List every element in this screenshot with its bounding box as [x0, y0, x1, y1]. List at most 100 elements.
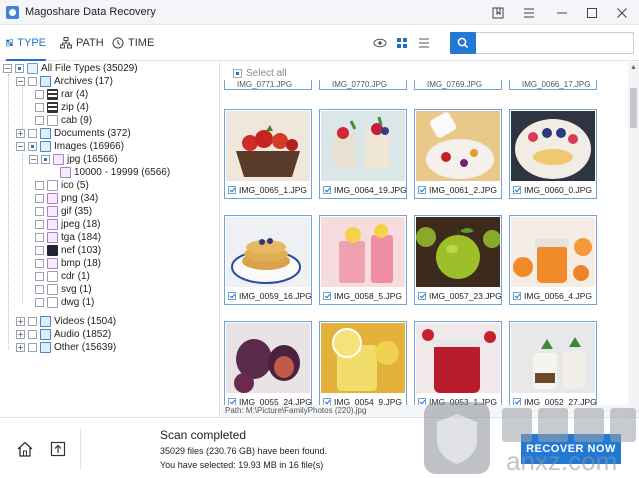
- image-checkbox[interactable]: [513, 292, 521, 300]
- tree-checkbox[interactable]: [41, 155, 50, 164]
- grid-item-partial[interactable]: IMG_0066_17.JPG: [509, 80, 597, 90]
- scrollbar-thumb[interactable]: [630, 88, 637, 128]
- vertical-scrollbar[interactable]: ▲: [628, 62, 639, 417]
- maximize-icon[interactable]: [577, 0, 607, 25]
- tree-node-other[interactable]: + Other (15639): [16, 341, 116, 354]
- expand-icon[interactable]: +: [16, 330, 25, 339]
- tree-node-images[interactable]: − Images (16966): [16, 140, 124, 153]
- tree-node-png[interactable]: png (34): [32, 192, 98, 205]
- tab-time[interactable]: TIME: [112, 25, 154, 61]
- minimize-icon[interactable]: [547, 0, 577, 25]
- image-card[interactable]: IMG_0053_1.JPG: [414, 321, 502, 411]
- image-checkbox[interactable]: [418, 186, 426, 194]
- expand-icon[interactable]: +: [16, 343, 25, 352]
- tree-checkbox[interactable]: [35, 90, 44, 99]
- tree-checkbox[interactable]: [28, 77, 37, 86]
- tree-checkbox[interactable]: [35, 259, 44, 268]
- collapse-icon[interactable]: −: [29, 155, 38, 164]
- recover-now-button[interactable]: RECOVER NOW: [521, 434, 621, 464]
- image-checkbox[interactable]: [228, 186, 236, 194]
- tree-node-all[interactable]: − All File Types (35029): [3, 62, 138, 75]
- tree-node-archives[interactable]: − Archives (17): [16, 75, 113, 88]
- tree-checkbox[interactable]: [15, 64, 24, 73]
- image-checkbox[interactable]: [418, 292, 426, 300]
- bookmark-icon[interactable]: [483, 0, 513, 25]
- image-checkbox[interactable]: [323, 292, 331, 300]
- tree-node-dwg[interactable]: dwg (1): [32, 296, 94, 309]
- tree-checkbox[interactable]: [28, 142, 37, 151]
- tree-checkbox[interactable]: [28, 129, 37, 138]
- tree-checkbox[interactable]: [35, 194, 44, 203]
- tree-node-jpeg[interactable]: jpeg (18): [32, 218, 100, 231]
- tree-node-documents[interactable]: + Documents (372): [16, 127, 131, 140]
- tree-node-svg[interactable]: svg (1): [32, 283, 92, 296]
- preview-eye-icon[interactable]: [373, 36, 387, 50]
- image-card[interactable]: IMG_0054_9.JPG: [319, 321, 407, 411]
- collapse-icon[interactable]: −: [16, 142, 25, 151]
- list-view-icon[interactable]: [417, 36, 431, 50]
- image-checkbox[interactable]: [513, 186, 521, 194]
- close-icon[interactable]: [607, 0, 637, 25]
- divider: [80, 428, 81, 470]
- documents-folder-icon: [40, 128, 51, 139]
- tree-node-rar[interactable]: rar (4): [32, 88, 88, 101]
- image-card[interactable]: IMG_0056_4.JPG: [509, 215, 597, 305]
- tree-checkbox[interactable]: [28, 317, 37, 326]
- select-all-box[interactable]: [233, 69, 242, 78]
- tree-node-jpg[interactable]: − jpg (16566): [29, 153, 118, 166]
- export-button[interactable]: [49, 440, 67, 461]
- tab-type[interactable]: TYPE: [6, 25, 46, 61]
- expand-icon[interactable]: +: [16, 129, 25, 138]
- tree-node-nef[interactable]: nef (103): [32, 244, 101, 257]
- tree-node-cdr[interactable]: cdr (1): [32, 270, 90, 283]
- tree-node-zip[interactable]: zip (4): [32, 101, 89, 114]
- tree-checkbox[interactable]: [35, 181, 44, 190]
- image-card[interactable]: IMG_0060_0.JPG: [509, 109, 597, 199]
- tree-node-bmp[interactable]: bmp (18): [32, 257, 101, 270]
- image-card[interactable]: IMG_0061_2.JPG: [414, 109, 502, 199]
- tree-checkbox[interactable]: [35, 220, 44, 229]
- tree-node-gif[interactable]: gif (35): [32, 205, 92, 218]
- select-all-checkbox[interactable]: Select all: [233, 68, 287, 79]
- collapse-icon[interactable]: −: [16, 77, 25, 86]
- image-card[interactable]: IMG_0059_16.JPG: [224, 215, 312, 305]
- tree-node-videos[interactable]: + Videos (1504): [16, 315, 116, 328]
- tree-checkbox[interactable]: [28, 330, 37, 339]
- search-button[interactable]: [450, 32, 476, 54]
- tree-checkbox[interactable]: [35, 116, 44, 125]
- select-all-label: Select all: [246, 68, 287, 79]
- tree-checkbox[interactable]: [35, 285, 44, 294]
- tree-checkbox[interactable]: [35, 246, 44, 255]
- image-card[interactable]: IMG_0058_5.JPG: [319, 215, 407, 305]
- menu-icon[interactable]: [514, 0, 544, 25]
- tree-checkbox[interactable]: [35, 207, 44, 216]
- tree-node-cab[interactable]: cab (9): [32, 114, 92, 127]
- tree-label: gif (35): [61, 206, 93, 217]
- tree-checkbox[interactable]: [35, 298, 44, 307]
- tree-node-ico[interactable]: ico (5): [32, 179, 89, 192]
- grid-item-partial[interactable]: IMG_0769.JPG: [414, 80, 502, 90]
- scroll-up-icon[interactable]: ▲: [630, 64, 637, 71]
- image-checkbox[interactable]: [228, 292, 236, 300]
- image-card[interactable]: IMG_0065_1.JPG: [224, 109, 312, 199]
- tree-checkbox[interactable]: [35, 233, 44, 242]
- tree-node-audio[interactable]: + Audio (1852): [16, 328, 111, 341]
- tree-checkbox[interactable]: [35, 103, 44, 112]
- grid-item-partial[interactable]: IMG_0771.JPG: [224, 80, 312, 90]
- grid-item-partial[interactable]: IMG_0770.JPG: [319, 80, 407, 90]
- tree-checkbox[interactable]: [28, 343, 37, 352]
- tree-checkbox[interactable]: [35, 272, 44, 281]
- collapse-icon[interactable]: −: [3, 64, 12, 73]
- image-checkbox[interactable]: [323, 186, 331, 194]
- home-button[interactable]: [16, 440, 34, 461]
- image-card[interactable]: IMG_0055_24.JPG: [224, 321, 312, 411]
- grid-view-icon[interactable]: [395, 36, 409, 50]
- search-input[interactable]: [476, 32, 634, 54]
- image-card[interactable]: IMG_0064_19.JPG: [319, 109, 407, 199]
- tab-path[interactable]: PATH: [60, 25, 104, 61]
- expand-icon[interactable]: +: [16, 317, 25, 326]
- image-card[interactable]: IMG_0057_23.JPG: [414, 215, 502, 305]
- image-card[interactable]: IMG_0052_27.JPG: [509, 321, 597, 411]
- tree-node-tga[interactable]: tga (184): [32, 231, 101, 244]
- tree-node-jpg-range[interactable]: 10000 - 19999 (6566): [57, 166, 170, 179]
